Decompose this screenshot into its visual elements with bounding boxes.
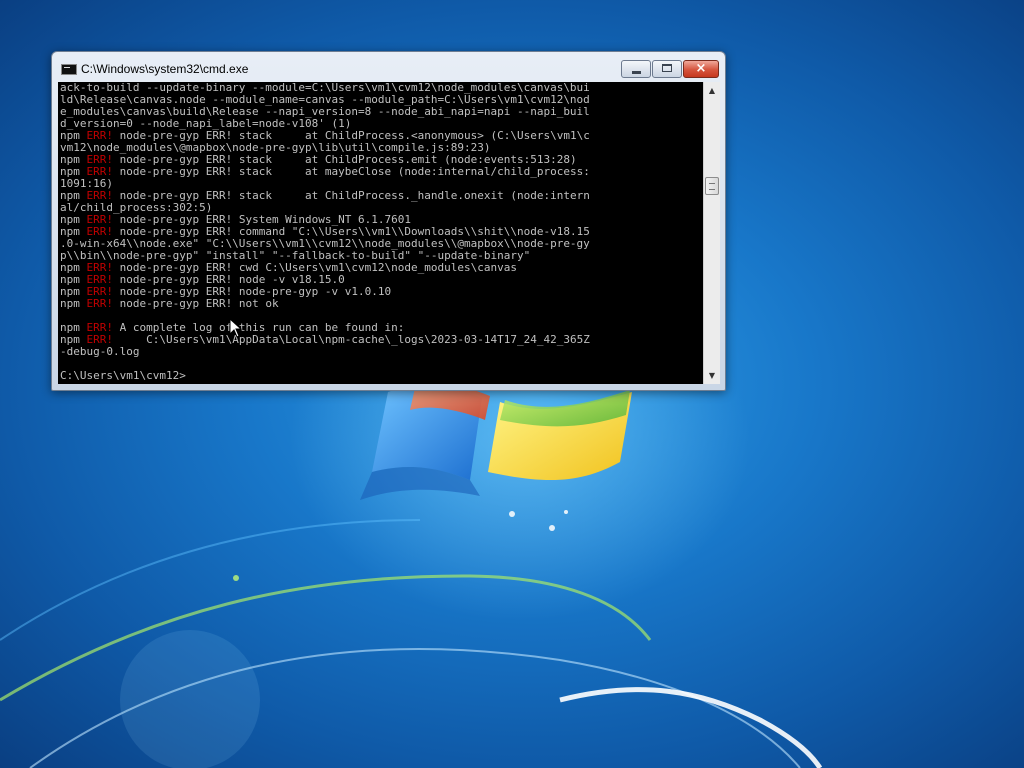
vertical-scrollbar[interactable]: ▲ ▼: [703, 82, 720, 384]
minimize-icon: [632, 71, 641, 74]
close-button[interactable]: ×: [683, 60, 719, 78]
mouse-cursor-icon: [229, 318, 243, 338]
console-segment: C:\Users\vm1\AppData\Local\npm-cache\_lo…: [113, 333, 590, 346]
minimize-button[interactable]: [621, 60, 651, 78]
scroll-down-arrow-icon[interactable]: ▼: [704, 367, 720, 384]
desktop[interactable]: C:\Windows\system32\cmd.exe × ack-to-bui…: [0, 0, 1024, 768]
maximize-button[interactable]: [652, 60, 682, 78]
console-segment: -debug-0.log: [60, 345, 140, 358]
console-line: -debug-0.log: [60, 346, 703, 358]
scroll-thumb[interactable]: [705, 177, 719, 195]
console-line: npm ERR! node-pre-gyp ERR! stack at mayb…: [60, 166, 703, 178]
window-title: C:\Windows\system32\cmd.exe: [81, 62, 249, 76]
console-line: npm ERR! node-pre-gyp ERR! not ok: [60, 298, 703, 310]
cmd-app-icon[interactable]: [61, 64, 77, 75]
title-bar[interactable]: C:\Windows\system32\cmd.exe ×: [52, 52, 725, 82]
console-output[interactable]: ack-to-build --update-binary --module=C:…: [58, 82, 703, 384]
wallpaper-bokeh: [120, 630, 260, 768]
console-segment: C:\Users\vm1\cvm12>: [60, 369, 186, 382]
close-icon: ×: [695, 61, 707, 76]
console-segment: node-pre-gyp ERR! not ok: [113, 297, 279, 310]
maximize-icon: [662, 64, 672, 72]
err-tag: ERR!: [86, 297, 114, 310]
console-line: npm ERR! C:\Users\vm1\AppData\Local\npm-…: [60, 334, 703, 346]
wallpaper-swoosh-white: [559, 687, 823, 768]
console-text[interactable]: ack-to-build --update-binary --module=C:…: [58, 82, 703, 382]
console-segment: node-pre-gyp ERR! stack at maybeClose (n…: [113, 165, 590, 178]
cmd-window[interactable]: C:\Windows\system32\cmd.exe × ack-to-bui…: [51, 51, 726, 391]
scroll-up-arrow-icon[interactable]: ▲: [704, 82, 720, 99]
console-segment: npm: [60, 297, 87, 310]
console-line: C:\Users\vm1\cvm12>: [60, 370, 703, 382]
